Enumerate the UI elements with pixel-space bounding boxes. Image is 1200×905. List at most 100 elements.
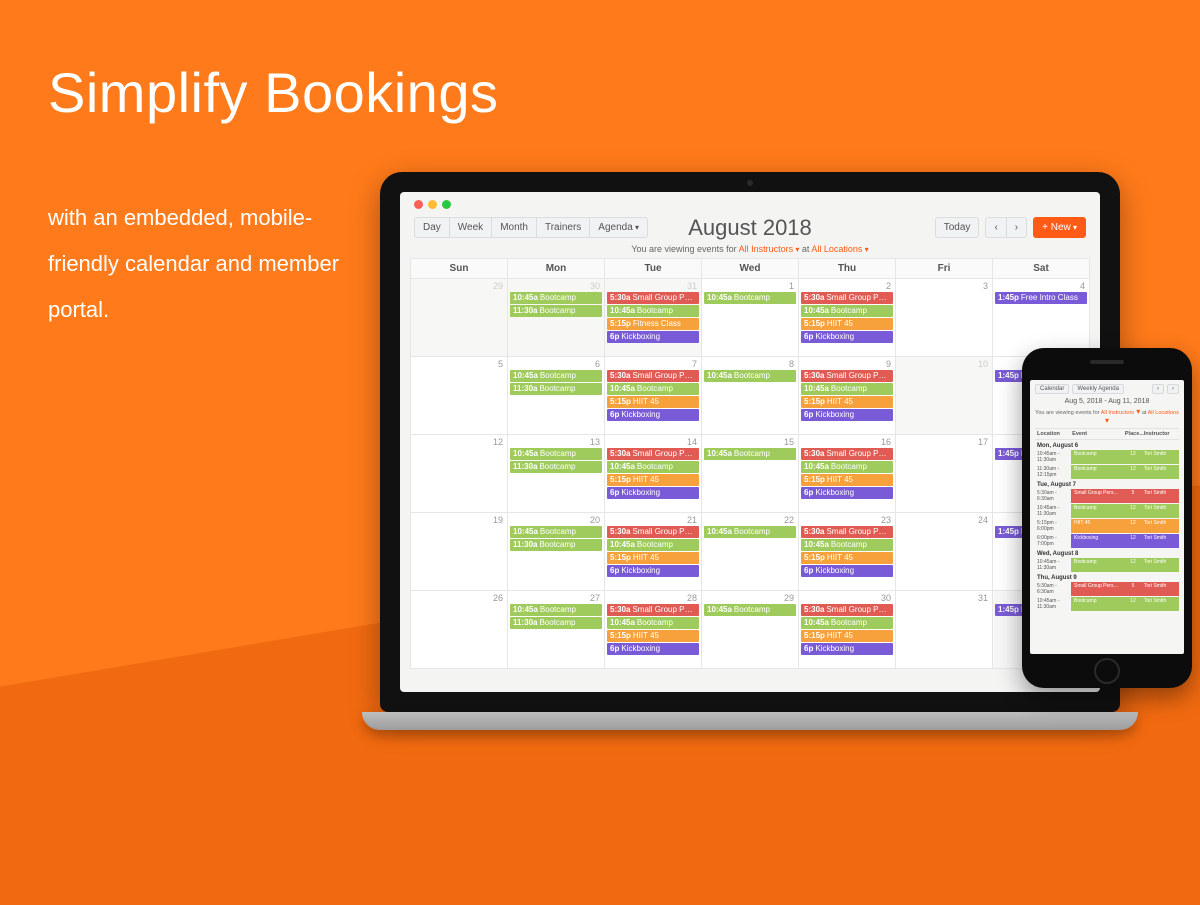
calendar-cell[interactable]: 12 — [411, 435, 508, 513]
calendar-event[interactable]: 5:30aSmall Group Personal Training — [801, 526, 893, 538]
view-week-button[interactable]: Week — [449, 217, 492, 238]
instructors-filter[interactable]: All Instructors — [739, 244, 800, 254]
calendar-cell[interactable]: 235:30aSmall Group Personal Training10:4… — [799, 513, 896, 591]
agenda-row[interactable]: 10:45am - 11:30amBootcamp12Tori Smith — [1035, 450, 1179, 464]
calendar-cell[interactable]: 41:45pFree Intro Class — [993, 279, 1090, 357]
view-agenda-button[interactable]: Agenda — [589, 217, 648, 238]
calendar-event[interactable]: 10:45aBootcamp — [704, 604, 796, 616]
view-trainers-button[interactable]: Trainers — [536, 217, 590, 238]
calendar-cell[interactable]: 305:30aSmall Group Personal Training10:4… — [799, 591, 896, 669]
calendar-cell[interactable]: 75:30aSmall Group Personal Training10:45… — [605, 357, 702, 435]
calendar-event[interactable]: 5:15pFitness Class — [607, 318, 699, 330]
agenda-row[interactable]: 5:15pm - 6:00pmHIIT 4512Tori Smith — [1035, 519, 1179, 533]
calendar-event[interactable]: 5:15pHIIT 45 — [607, 474, 699, 486]
agenda-row[interactable]: 6:00pm - 7:00pmKickboxing12Tori Smith — [1035, 534, 1179, 548]
agenda-row[interactable]: 11:30am - 12:15pmBootcamp12Tori Smith — [1035, 465, 1179, 479]
calendar-event[interactable]: 5:30aSmall Group Personal Training — [801, 292, 893, 304]
calendar-cell[interactable]: 610:45aBootcamp11:30aBootcamp — [508, 357, 605, 435]
calendar-cell[interactable]: 24 — [896, 513, 993, 591]
calendar-cell[interactable]: 315:30aSmall Group Personal Training10:4… — [605, 279, 702, 357]
next-button[interactable]: › — [1006, 217, 1027, 238]
calendar-cell[interactable]: 145:30aSmall Group Personal Training10:4… — [605, 435, 702, 513]
calendar-cell[interactable]: 2910:45aBootcamp — [702, 591, 799, 669]
calendar-cell[interactable]: 1310:45aBootcamp11:30aBootcamp — [508, 435, 605, 513]
locations-filter[interactable]: All Locations — [811, 244, 868, 254]
prev-button[interactable]: ‹ — [985, 217, 1006, 238]
view-month-button[interactable]: Month — [491, 217, 537, 238]
calendar-cell[interactable]: 1510:45aBootcamp — [702, 435, 799, 513]
calendar-event[interactable]: 10:45aBootcamp — [510, 370, 602, 382]
calendar-event[interactable]: 5:30aSmall Group Personal Training — [607, 448, 699, 460]
calendar-cell[interactable]: 810:45aBootcamp — [702, 357, 799, 435]
mobile-calendar-button[interactable]: Calendar — [1035, 384, 1069, 394]
calendar-event[interactable]: 10:45aBootcamp — [510, 604, 602, 616]
agenda-row[interactable]: 10:45am - 11:30amBootcamp12Tori Smith — [1035, 504, 1179, 518]
calendar-event[interactable]: 5:15pHIIT 45 — [801, 396, 893, 408]
calendar-event[interactable]: 10:45aBootcamp — [704, 526, 796, 538]
calendar-event[interactable]: 5:15pHIIT 45 — [801, 630, 893, 642]
calendar-event[interactable]: 10:45aBootcamp — [607, 539, 699, 551]
mobile-agenda-button[interactable]: Weekly Agenda — [1072, 384, 1124, 394]
calendar-event[interactable]: 10:45aBootcamp — [510, 292, 602, 304]
view-day-button[interactable]: Day — [414, 217, 450, 238]
calendar-event[interactable]: 10:45aBootcamp — [607, 305, 699, 317]
calendar-event[interactable]: 6pKickboxing — [607, 409, 699, 421]
home-button-icon[interactable] — [1094, 658, 1120, 684]
calendar-cell[interactable]: 2710:45aBootcamp11:30aBootcamp — [508, 591, 605, 669]
calendar-event[interactable]: 11:30aBootcamp — [510, 461, 602, 473]
calendar-event[interactable]: 6pKickboxing — [801, 643, 893, 655]
new-button[interactable]: + New — [1033, 217, 1086, 238]
calendar-cell[interactable]: 31 — [896, 591, 993, 669]
calendar-event[interactable]: 10:45aBootcamp — [607, 617, 699, 629]
calendar-event[interactable]: 11:30aBootcamp — [510, 383, 602, 395]
calendar-event[interactable]: 10:45aBootcamp — [510, 448, 602, 460]
calendar-event[interactable]: 6pKickboxing — [607, 331, 699, 343]
calendar-event[interactable]: 5:30aSmall Group Personal Training — [801, 370, 893, 382]
calendar-event[interactable]: 1:45pFree Intro Class — [995, 292, 1087, 304]
calendar-cell[interactable]: 110:45aBootcamp — [702, 279, 799, 357]
maximize-icon[interactable] — [442, 200, 451, 209]
calendar-event[interactable]: 11:30aBootcamp — [510, 617, 602, 629]
calendar-event[interactable]: 10:45aBootcamp — [801, 539, 893, 551]
calendar-event[interactable]: 5:30aSmall Group Personal Training — [607, 604, 699, 616]
calendar-event[interactable]: 5:15pHIIT 45 — [801, 318, 893, 330]
calendar-event[interactable]: 6pKickboxing — [607, 565, 699, 577]
calendar-event[interactable]: 6pKickboxing — [801, 331, 893, 343]
calendar-event[interactable]: 10:45aBootcamp — [801, 461, 893, 473]
calendar-cell[interactable]: 3010:45aBootcamp11:30aBootcamp — [508, 279, 605, 357]
calendar-event[interactable]: 10:45aBootcamp — [607, 461, 699, 473]
calendar-event[interactable]: 10:45aBootcamp — [801, 617, 893, 629]
calendar-event[interactable]: 11:30aBootcamp — [510, 305, 602, 317]
calendar-cell[interactable]: 29 — [411, 279, 508, 357]
calendar-event[interactable]: 11:30aBootcamp — [510, 539, 602, 551]
calendar-event[interactable]: 5:15pHIIT 45 — [801, 474, 893, 486]
calendar-event[interactable]: 10:45aBootcamp — [510, 526, 602, 538]
calendar-cell[interactable]: 19 — [411, 513, 508, 591]
close-icon[interactable] — [414, 200, 423, 209]
calendar-cell[interactable]: 5 — [411, 357, 508, 435]
calendar-event[interactable]: 5:15pHIIT 45 — [607, 396, 699, 408]
calendar-cell[interactable]: 285:30aSmall Group Personal Training10:4… — [605, 591, 702, 669]
calendar-cell[interactable]: 3 — [896, 279, 993, 357]
agenda-row[interactable]: 5:30am - 6:30amSmall Group Pers…5Tori Sm… — [1035, 489, 1179, 503]
calendar-event[interactable]: 10:45aBootcamp — [801, 383, 893, 395]
calendar-event[interactable]: 5:15pHIIT 45 — [801, 552, 893, 564]
mobile-prev-button[interactable]: ‹ — [1152, 384, 1164, 394]
minimize-icon[interactable] — [428, 200, 437, 209]
calendar-cell[interactable]: 95:30aSmall Group Personal Training10:45… — [799, 357, 896, 435]
calendar-cell[interactable]: 17 — [896, 435, 993, 513]
today-button[interactable]: Today — [935, 217, 980, 238]
calendar-event[interactable]: 5:30aSmall Group Personal Training — [607, 370, 699, 382]
calendar-event[interactable]: 10:45aBootcamp — [607, 383, 699, 395]
calendar-event[interactable]: 5:15pHIIT 45 — [607, 630, 699, 642]
calendar-cell[interactable]: 25:30aSmall Group Personal Training10:45… — [799, 279, 896, 357]
calendar-event[interactable]: 6pKickboxing — [607, 643, 699, 655]
agenda-row[interactable]: 5:30am - 6:30amSmall Group Pers…5Tori Sm… — [1035, 582, 1179, 596]
calendar-cell[interactable]: 165:30aSmall Group Personal Training10:4… — [799, 435, 896, 513]
calendar-event[interactable]: 5:30aSmall Group Personal Training — [801, 604, 893, 616]
calendar-event[interactable]: 6pKickboxing — [801, 487, 893, 499]
agenda-row[interactable]: 10:45am - 11:30amBootcamp12Tori Smith — [1035, 558, 1179, 572]
calendar-event[interactable]: 10:45aBootcamp — [704, 448, 796, 460]
calendar-event[interactable]: 5:30aSmall Group Personal Training — [801, 448, 893, 460]
calendar-cell[interactable]: 2010:45aBootcamp11:30aBootcamp — [508, 513, 605, 591]
